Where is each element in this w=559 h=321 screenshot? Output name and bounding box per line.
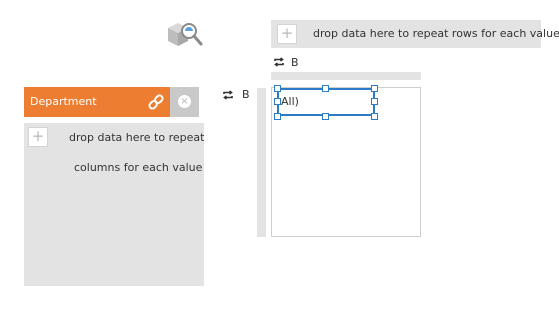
row-header-bar [257, 88, 266, 237]
resize-handle-ne[interactable] [371, 85, 378, 92]
close-icon: × [178, 95, 191, 108]
resize-handle-s[interactable] [322, 113, 329, 120]
resize-handle-n[interactable] [322, 85, 329, 92]
link-icon[interactable] [147, 93, 165, 111]
remove-field-button[interactable]: × [170, 87, 199, 117]
left-repeat-label: B [242, 88, 250, 101]
column-drop-label-line2: columns for each value [74, 161, 203, 174]
repeat-icon [274, 57, 284, 67]
resize-handle-nw[interactable] [274, 85, 281, 92]
row-drop-label: drop data here to repeat rows for each v… [313, 27, 559, 40]
row-drop-zone[interactable]: + drop data here to repeat rows for each… [271, 20, 559, 48]
cell-text: All) [281, 95, 299, 108]
column-drop-label-line1: drop data here to repeat [69, 131, 205, 144]
add-column-icon[interactable]: + [28, 127, 48, 147]
resize-handle-se[interactable] [371, 113, 378, 120]
add-row-icon[interactable]: + [277, 24, 297, 44]
column-header-bar [271, 72, 421, 80]
repeat-icon [223, 89, 233, 100]
top-repeat-field[interactable]: B [273, 55, 299, 69]
department-label: Department [30, 95, 97, 108]
column-drop-zone[interactable]: + drop data here to repeat columns for e… [24, 123, 204, 286]
resize-handle-w[interactable] [274, 98, 281, 105]
resize-handle-e[interactable] [371, 98, 378, 105]
package-search-icon[interactable] [165, 20, 205, 50]
left-repeat-field[interactable]: B [222, 88, 250, 101]
selected-text-cell[interactable]: All) [277, 88, 375, 116]
department-field[interactable]: Department [24, 87, 170, 117]
resize-handle-sw[interactable] [274, 113, 281, 120]
top-repeat-label: B [291, 55, 299, 69]
